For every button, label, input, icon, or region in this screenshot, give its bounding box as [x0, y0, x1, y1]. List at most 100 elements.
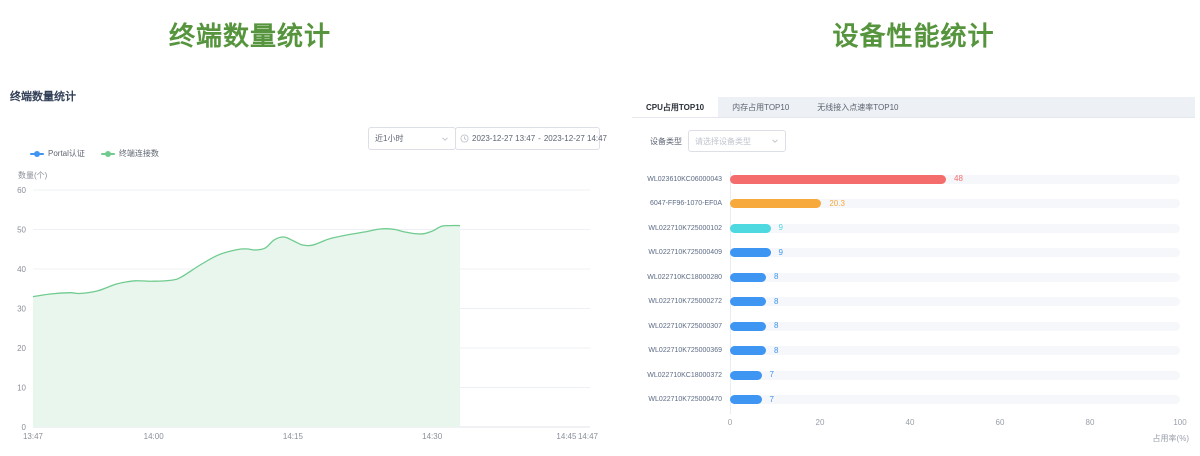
bar-category-label: WL022710K725000409: [632, 249, 722, 256]
legend-label: 终端连接数: [119, 148, 159, 159]
line-chart-legend: Portal认证 终端连接数: [30, 148, 159, 159]
bar-track: 20.3: [730, 199, 1180, 208]
bar-value-label: 8: [774, 297, 778, 307]
bar[interactable]: [730, 371, 762, 380]
bar-row: WL022710KC18000280 8: [632, 265, 1195, 290]
y-tick-label: 40: [17, 265, 26, 274]
bar-track: 48: [730, 175, 1180, 184]
date-range-start: 2023-12-27 13:47: [472, 134, 535, 143]
date-range-picker[interactable]: 2023-12-27 13:47 - 2023-12-27 14:47: [455, 127, 600, 150]
x-tick-label: 14:45: [556, 432, 577, 441]
device-type-select[interactable]: 请选择设备类型: [688, 130, 786, 152]
y-tick-label: 0: [22, 423, 27, 432]
legend-marker-portal: [30, 150, 44, 158]
x-tick-label: 14:00: [144, 432, 165, 441]
bar-value-label: 8: [774, 272, 778, 282]
bar-track: 7: [730, 371, 1180, 380]
bar-row: WL022710K725000102 9: [632, 216, 1195, 241]
x-tick-label: 14:15: [283, 432, 304, 441]
bar[interactable]: [730, 175, 946, 184]
bar-value-label: 7: [770, 370, 774, 380]
bar-x-tick-label: 0: [728, 418, 732, 427]
terminal-count-card-title: 终端数量统计: [10, 88, 76, 104]
line-chart[interactable]: 0 10 20 30 40 50 60 数量(个) 13:47 14:00 14:15 14:30 14…: [0, 168, 600, 456]
tab-wireless-rate-top10[interactable]: 无线接入点速率TOP10: [803, 97, 912, 117]
bar-track: 8: [730, 297, 1180, 306]
time-range-select[interactable]: 近1小时: [368, 127, 456, 150]
legend-label: Portal认证: [48, 148, 85, 159]
time-range-value: 近1小时: [375, 133, 441, 144]
bar-row: WL022710K7250003698: [632, 339, 1195, 364]
bar-row: WL022710K725000409 9: [632, 241, 1195, 266]
bar-value-label: 9: [779, 223, 783, 233]
clock-icon: [460, 134, 469, 143]
bar[interactable]: [730, 248, 771, 257]
y-tick-label: 30: [17, 305, 26, 314]
y-axis-title: 数量(个): [18, 170, 48, 180]
dashboard-page: 终端数量统计 终端数量统计 近1小时 2023-12-27 13:47 - 20…: [0, 0, 1200, 456]
bar-track: 8: [730, 273, 1180, 282]
bar-x-tick-label: 20: [816, 418, 825, 427]
bar-category-label: 6047-FF96-1070-EF0A: [632, 200, 722, 207]
bar[interactable]: [730, 224, 771, 233]
bar-category-label: WL022710K725000272: [632, 298, 722, 305]
series-area: [33, 226, 460, 427]
bar-value-label: 8: [774, 321, 778, 331]
y-tick-label: 60: [17, 186, 26, 195]
bar-track: 9: [730, 248, 1180, 257]
bar-row: WL023610KC06000043 48: [632, 167, 1195, 192]
bar-track: 9: [730, 224, 1180, 233]
bar-row: WL022710KC18000372 7: [632, 363, 1195, 388]
bar-x-tick-label: 40: [906, 418, 915, 427]
date-range-separator: -: [538, 134, 541, 143]
performance-tabs: CPU占用TOP10 内存占用TOP10 无线接入点速率TOP10: [632, 97, 1195, 118]
bar-x-axis: 0 20 40 60 80 100: [632, 418, 1195, 428]
bar-category-label: WL022710K725000102: [632, 225, 722, 232]
device-type-label: 设备类型: [650, 131, 682, 153]
bar-value-label: 8: [774, 346, 778, 356]
terminal-count-big-title: 终端数量统计: [0, 16, 500, 53]
bar[interactable]: [730, 297, 766, 306]
chevron-down-icon: [771, 137, 779, 145]
bar-x-tick-label: 60: [996, 418, 1005, 427]
bar-track: 8: [730, 322, 1180, 331]
bar-category-label: WL022710KC18000280: [632, 274, 722, 281]
bar-value-label: 20.3: [829, 199, 845, 209]
y-tick-label: 20: [17, 344, 26, 353]
y-tick-label: 50: [17, 226, 26, 235]
legend-item-portal[interactable]: Portal认证: [30, 148, 85, 159]
legend-marker-terminal-connections: [101, 150, 115, 158]
x-tick-label: 13:47: [23, 432, 44, 441]
device-type-placeholder: 请选择设备类型: [695, 136, 771, 147]
bar-category-label: WL022710K725000470: [632, 396, 722, 403]
bar-row: 6047-FF96-1070-EF0A 20.3: [632, 192, 1195, 217]
bar-row: WL022710K725000272 8: [632, 290, 1195, 315]
bar-x-axis-title: 占用率(%): [1153, 433, 1189, 444]
bar-category-label: WL022710KC18000372: [632, 372, 722, 379]
x-tick-label: 14:30: [422, 432, 443, 441]
x-tick-label: 14:47: [578, 432, 599, 441]
bar-category-label: WL022710K725000307: [632, 323, 722, 330]
bar-rows: WL023610KC06000043 48 6047-FF96-1070-EF0A 2…: [632, 167, 1195, 412]
bar-row: WL022710K725000470 7: [632, 388, 1195, 413]
bar-x-tick-label: 80: [1086, 418, 1095, 427]
bar[interactable]: [730, 346, 766, 355]
bar[interactable]: [730, 322, 766, 331]
bar-track: 8: [730, 346, 1180, 355]
bar-value-label: 9: [779, 248, 783, 258]
bar-row: WL022710K725000307 8: [632, 314, 1195, 339]
bar-track: 7: [730, 395, 1180, 404]
bar-value-label: 48: [954, 174, 963, 184]
tab-cpu-top10[interactable]: CPU占用TOP10: [632, 97, 718, 117]
device-performance-big-title: 设备性能统计: [632, 16, 1195, 53]
legend-item-terminal-connections[interactable]: 终端连接数: [101, 148, 159, 159]
bar-x-tick-label: 100: [1173, 418, 1186, 427]
y-tick-label: 10: [17, 384, 26, 393]
date-range-end: 2023-12-27 14:47: [544, 134, 607, 143]
bar[interactable]: [730, 199, 821, 208]
bar[interactable]: [730, 395, 762, 404]
tab-memory-top10[interactable]: 内存占用TOP10: [718, 97, 803, 117]
bar-category-label: WL023610KC06000043: [632, 176, 722, 183]
bar[interactable]: [730, 273, 766, 282]
bar-value-label: 7: [770, 395, 774, 405]
